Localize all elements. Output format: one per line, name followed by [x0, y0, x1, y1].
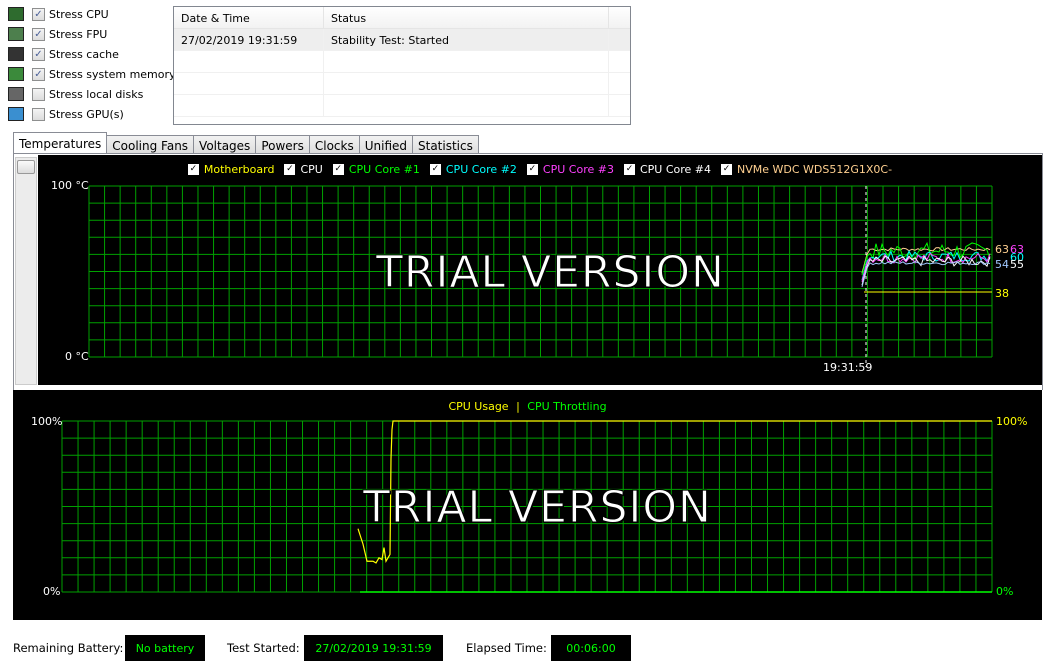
- y-min-label: 0%: [43, 585, 61, 598]
- temperature-readout: 55: [1010, 258, 1024, 271]
- elapsed-time-label: Elapsed Time:: [466, 641, 547, 655]
- fpu-icon: [8, 27, 24, 41]
- trial-watermark: TRIAL VERSION: [376, 247, 725, 299]
- stress-checkbox[interactable]: ✓: [32, 67, 45, 81]
- stress-checkbox[interactable]: [32, 107, 45, 121]
- temperature-readout: 54: [995, 258, 1009, 271]
- y-max-label: 100 °C: [51, 179, 89, 192]
- disk-icon: [8, 87, 24, 101]
- temperature-chart: ✓ Motherboard ✓ CPU ✓ CPU Core #1 ✓ CPU Core #2…: [38, 155, 1042, 385]
- gpu-icon: [8, 107, 24, 121]
- scrollbar-thumb[interactable]: [17, 160, 35, 174]
- test-started-label: Test Started:: [227, 641, 300, 655]
- y-max-label: 100%: [31, 415, 63, 428]
- test-started-value: 27/02/2019 19:31:59: [304, 635, 443, 661]
- cpu-usage-chart: CPU Usage | CPU Throttling 100% 0% 100% …: [13, 390, 1042, 620]
- stress-checkbox[interactable]: ✓: [32, 47, 45, 61]
- stress-option[interactable]: Stress local disks: [8, 85, 143, 103]
- column-header-status[interactable]: Status: [324, 7, 609, 28]
- time-label: 19:31:59: [823, 361, 873, 374]
- temperature-series-line: [861, 249, 991, 281]
- stress-option-label: Stress GPU(s): [49, 107, 124, 121]
- log-datetime: 27/02/2019 19:31:59: [174, 29, 324, 50]
- battery-value: No battery: [125, 635, 205, 661]
- stress-option-label: Stress local disks: [49, 87, 144, 101]
- column-header-datetime[interactable]: Date & Time: [174, 7, 324, 28]
- right-max-label: 100%: [996, 415, 1028, 428]
- trial-watermark: TRIAL VERSION: [363, 482, 712, 534]
- stress-option-label: Stress FPU: [49, 27, 108, 41]
- stress-option-label: Stress CPU: [49, 7, 109, 21]
- stress-option[interactable]: Stress GPU(s): [8, 105, 124, 123]
- temperature-readout: 38: [995, 287, 1009, 300]
- y-min-label: 0 °C: [65, 350, 89, 363]
- stress-option-label: Stress system memory: [49, 67, 176, 81]
- elapsed-time-value: 00:06:00: [551, 635, 631, 661]
- stress-option[interactable]: ✓ Stress cache: [8, 45, 119, 63]
- event-log-table: Date & Time Status 27/02/2019 19:31:59 S…: [173, 6, 631, 125]
- log-status: Stability Test: Started: [324, 29, 609, 50]
- temperature-series-line: [861, 255, 991, 286]
- right-min-label: 0%: [996, 585, 1014, 598]
- stress-checkbox[interactable]: [32, 87, 45, 101]
- stress-checkbox[interactable]: ✓: [32, 27, 45, 41]
- stress-checkbox[interactable]: ✓: [32, 7, 45, 21]
- temperature-readout: 63: [995, 243, 1009, 256]
- stress-option[interactable]: ✓ Stress CPU: [8, 5, 109, 23]
- stress-option-label: Stress cache: [49, 47, 119, 61]
- battery-label: Remaining Battery:: [13, 641, 124, 655]
- stress-option[interactable]: ✓ Stress system memory: [8, 65, 176, 83]
- table-row[interactable]: 27/02/2019 19:31:59 Stability Test: Star…: [174, 29, 630, 51]
- chart-scrollbar[interactable]: [15, 157, 37, 385]
- cpu-icon: [8, 7, 24, 21]
- temperature-series-line: [861, 260, 991, 288]
- stress-option[interactable]: ✓ Stress FPU: [8, 25, 107, 43]
- memory-icon: [8, 67, 24, 81]
- cache-icon: [8, 47, 24, 61]
